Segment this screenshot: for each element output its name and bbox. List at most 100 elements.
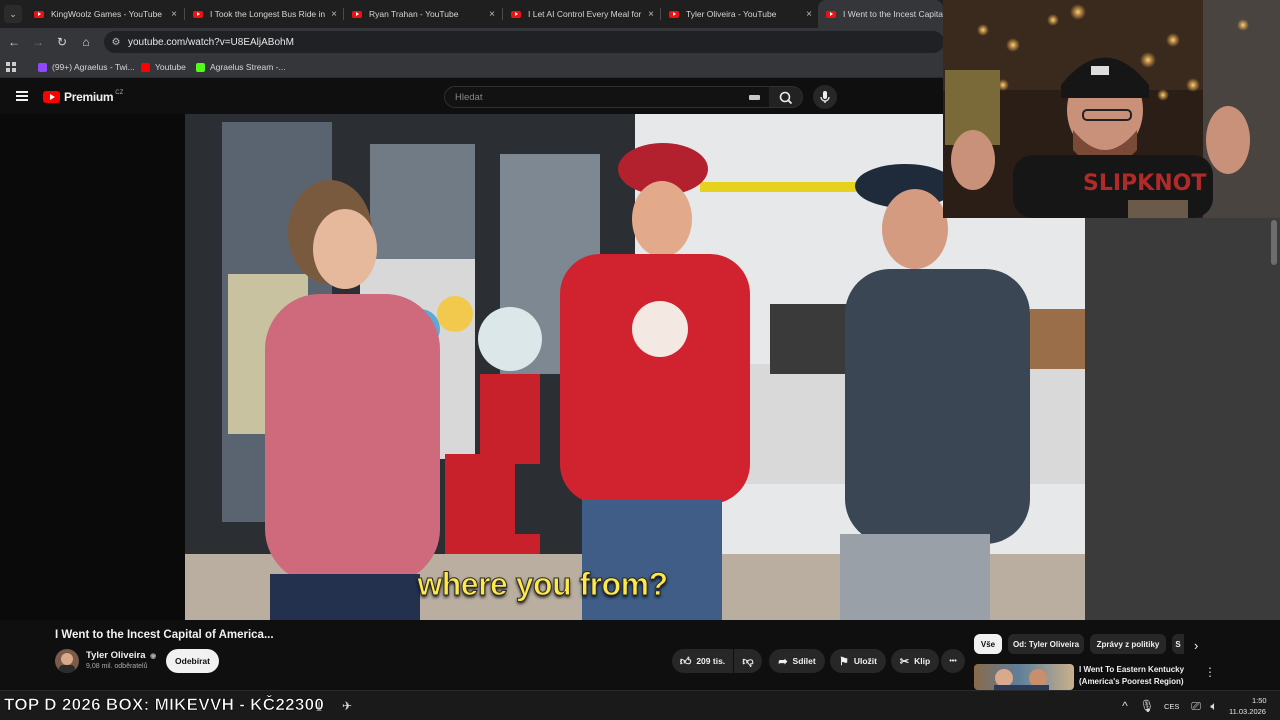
webcam-feed: SLIPKNOT xyxy=(943,0,1280,218)
clip-button[interactable]: ✂ Klip xyxy=(891,649,939,673)
save-button[interactable]: ⚑ Uložit xyxy=(830,649,886,673)
tab-close-icon[interactable]: × xyxy=(643,9,659,20)
keyboard-icon[interactable] xyxy=(749,95,760,100)
share-label: Sdílet xyxy=(792,656,816,666)
kick-icon xyxy=(196,62,205,72)
tab-close-icon[interactable]: × xyxy=(326,9,342,20)
save-label: Uložit xyxy=(853,656,877,666)
reload-icon[interactable]: ↻ xyxy=(53,33,71,51)
search-input[interactable]: Hledat xyxy=(444,86,770,108)
tab-kingwoolz[interactable]: KingWoolz Games - YouTube × xyxy=(26,0,182,28)
tab-title: Ryan Trahan - YouTube xyxy=(369,9,459,19)
steam-icon[interactable]: ✈ xyxy=(340,699,354,713)
streamer-webcam: SLIPKNOT xyxy=(943,0,1280,218)
tab-tyler-oliveira[interactable]: Tyler Oliveira - YouTube × xyxy=(661,0,817,28)
tab-search-button[interactable]: ⌄ xyxy=(4,5,22,23)
tab-close-icon[interactable]: × xyxy=(484,9,500,20)
site-info-icon[interactable]: ⚙ xyxy=(104,37,128,48)
logo-text: Premium xyxy=(64,90,114,104)
subscribe-button[interactable]: Odebírat xyxy=(166,649,219,673)
youtube-favicon-icon xyxy=(511,10,521,18)
verified-icon: ◉ xyxy=(150,653,157,660)
microphone-icon xyxy=(820,91,830,103)
tab-title: Tyler Oliveira - YouTube xyxy=(686,9,777,19)
recommended-title[interactable]: I Went To Eastern Kentucky (America's Po… xyxy=(1079,664,1199,688)
search-button[interactable] xyxy=(769,86,803,108)
bookmark-kick[interactable]: Agraelus Stream -... xyxy=(196,60,286,74)
channel-name-text: Tyler Oliveira xyxy=(86,650,146,661)
youtube-header: Premium CZ Hledat xyxy=(0,78,943,114)
twitch-icon xyxy=(38,62,47,72)
download-icon[interactable]: ⤓ xyxy=(312,699,326,713)
chip-politics[interactable]: Zprávy z politiky xyxy=(1090,634,1166,654)
bookmark-icon: ⚑ xyxy=(838,655,849,668)
like-button[interactable]: 👍︎ 209 tis. xyxy=(672,649,733,673)
youtube-play-icon xyxy=(43,91,60,103)
bookmark-label: Youtube xyxy=(155,62,186,72)
apps-icon[interactable] xyxy=(6,60,17,74)
channel-name[interactable]: Tyler Oliveira ◉ xyxy=(86,650,156,661)
tab-ryan-trahan[interactable]: Ryan Trahan - YouTube × xyxy=(344,0,500,28)
tab-current-video[interactable]: I Went to the Incest Capital of xyxy=(818,0,943,28)
voice-search-button[interactable] xyxy=(813,85,837,109)
tab-close-icon[interactable]: × xyxy=(801,9,817,20)
video-frame xyxy=(0,114,1085,620)
share-button[interactable]: ➦ Sdílet xyxy=(769,649,825,673)
video-player[interactable]: where you from? xyxy=(0,114,1085,620)
chevron-right-icon[interactable]: › xyxy=(1194,638,1198,653)
more-vert-icon[interactable]: ⋮ xyxy=(1204,665,1216,679)
region-badge: CZ xyxy=(115,90,124,96)
back-icon[interactable]: ← xyxy=(5,33,23,51)
bookmark-twitch[interactable]: (99+) Agraelus - Twi... xyxy=(38,60,135,74)
like-count: 209 tis. xyxy=(696,656,726,666)
scissors-icon: ✂ xyxy=(899,655,910,668)
dislike-button[interactable]: 👎︎ xyxy=(734,649,762,673)
bookmark-label: (99+) Agraelus - Twi... xyxy=(52,62,135,72)
network-icon[interactable]: ⎚ xyxy=(1189,699,1203,713)
tab-title: I Let AI Control Every Meal for 1 xyxy=(528,9,643,19)
microphone-tray-icon[interactable]: 🎙︎ xyxy=(1139,699,1154,713)
youtube-logo[interactable]: Premium CZ xyxy=(43,90,123,104)
url-text: youtube.com/watch?v=U8EAljABohM xyxy=(128,36,294,48)
tray-expand-icon[interactable]: ^ xyxy=(1118,699,1132,713)
forward-icon[interactable]: → xyxy=(29,33,47,51)
address-bar[interactable]: ⚙ youtube.com/watch?v=U8EAljABohM xyxy=(104,31,944,53)
clock-date[interactable]: 11.03.2026 xyxy=(1229,707,1266,716)
avatar[interactable] xyxy=(55,649,79,673)
tab-bus-ride[interactable]: I Took the Longest Bus Ride in t × xyxy=(185,0,342,28)
chip-all[interactable]: Vše xyxy=(974,634,1002,654)
chip-more[interactable]: S xyxy=(1172,634,1184,654)
youtube-icon xyxy=(141,62,150,72)
tab-ai-meal[interactable]: I Let AI Control Every Meal for 1 × xyxy=(503,0,659,28)
home-icon[interactable]: ⌂ xyxy=(77,33,95,51)
clock-time[interactable]: 1:50 xyxy=(1252,696,1267,705)
search-icon xyxy=(779,91,793,105)
menu-icon[interactable] xyxy=(16,91,28,101)
secondary-panel-background xyxy=(1085,218,1280,620)
more-actions-button[interactable]: ••• xyxy=(941,649,965,673)
thumbs-up-icon: 👍︎ xyxy=(679,655,692,668)
language-indicator[interactable]: CES xyxy=(1164,702,1179,711)
recommended-thumbnail[interactable] xyxy=(974,664,1074,690)
subscriber-count: 9,08 mil. odběratelů xyxy=(86,663,148,670)
video-title: I Went to the Incest Capital of America.… xyxy=(55,629,274,641)
video-info: I Went to the Incest Capital of America.… xyxy=(0,620,1280,690)
thumbs-down-icon: 👎︎ xyxy=(742,655,754,668)
youtube-favicon-icon xyxy=(193,10,203,18)
taskbar: TOP D 2026 BOX: MIKEVVH - KČ22300 ⤓ ✈ ^ … xyxy=(0,690,1280,720)
share-icon: ➦ xyxy=(778,655,788,668)
bookmark-youtube[interactable]: Youtube xyxy=(141,60,186,74)
svg-text:SLIPKNOT: SLIPKNOT xyxy=(1083,171,1206,196)
chip-from-channel[interactable]: Od: Tyler Oliveira xyxy=(1008,634,1084,654)
youtube-favicon-icon xyxy=(34,10,44,18)
youtube-favicon-icon xyxy=(669,10,679,18)
bookmark-label: Agraelus Stream -... xyxy=(210,62,286,72)
search-placeholder: Hledat xyxy=(455,91,483,103)
youtube-favicon-icon xyxy=(352,10,362,18)
page-scrollbar[interactable] xyxy=(1271,220,1277,265)
volume-icon[interactable]: 🔈︎ xyxy=(1207,699,1221,713)
tab-title: KingWoolz Games - YouTube xyxy=(51,9,163,19)
tab-close-icon[interactable]: × xyxy=(166,9,182,20)
clip-label: Klip xyxy=(914,656,931,666)
video-caption: where you from? xyxy=(417,566,669,603)
